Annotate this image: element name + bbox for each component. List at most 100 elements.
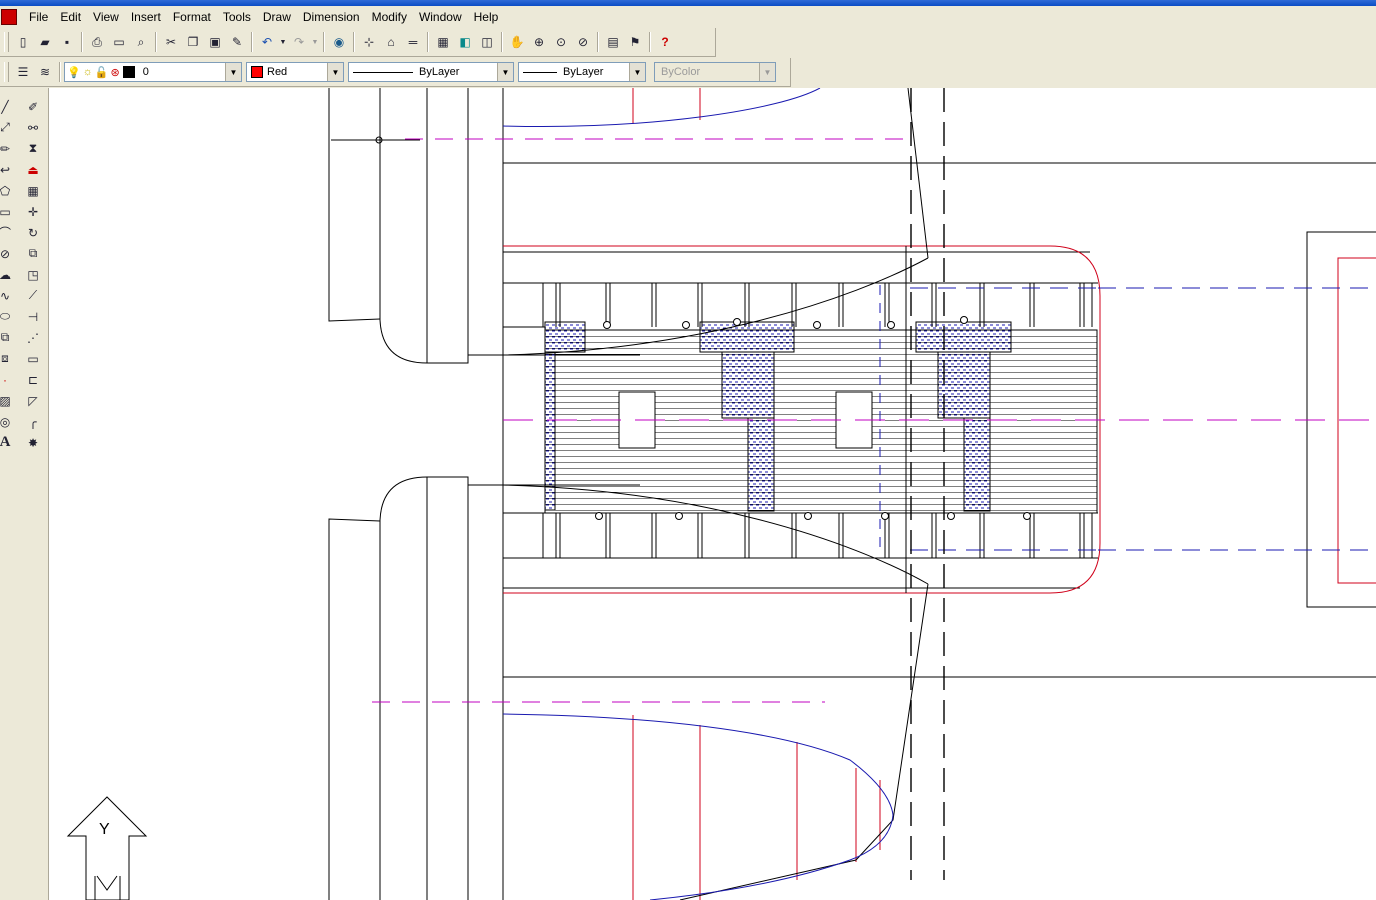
ellipse-icon[interactable]: ∿ <box>0 285 16 306</box>
separator <box>81 32 83 52</box>
multiline-text-icon[interactable]: ◎ <box>0 411 16 432</box>
stretch-icon[interactable]: ◳ <box>22 264 44 285</box>
linetype-preview <box>353 71 413 73</box>
zoom-realtime-icon[interactable]: ⊕ <box>528 31 550 53</box>
line-icon[interactable]: ╱ <box>0 96 16 117</box>
menu-edit[interactable]: Edit <box>54 8 87 26</box>
circle-icon[interactable]: ⌒ <box>0 222 16 243</box>
paste-icon[interactable]: ▣ <box>204 31 226 53</box>
help-icon[interactable]: ? <box>654 31 676 53</box>
app-icon[interactable] <box>1 9 17 25</box>
design-center-icon[interactable]: ⚑ <box>624 31 646 53</box>
layer-previous-icon[interactable]: ≋ <box>34 61 56 83</box>
menu-draw[interactable]: Draw <box>257 8 297 26</box>
erase-icon[interactable]: ✐ <box>22 96 44 117</box>
polyline-icon[interactable]: ✏ <box>0 138 16 159</box>
scale-icon[interactable]: ⧉ <box>22 243 44 264</box>
text-icon[interactable]: A <box>0 432 16 453</box>
menu-insert[interactable]: Insert <box>125 8 167 26</box>
layers-properties-toolbar: ☰ ≋ 💡 ☼ 🔓 ⊛ 0 ▼ Red ▼ ByLayer ▼ ByLayer … <box>0 58 791 87</box>
zoom-window-icon[interactable]: ⊙ <box>550 31 572 53</box>
bolt-symbol <box>733 318 741 326</box>
new-icon[interactable]: ▯ <box>12 31 34 53</box>
snap-icon[interactable]: ⊹ <box>358 31 380 53</box>
construction-line-icon[interactable]: ⤢ <box>0 117 16 138</box>
lineweight-dropdown-icon[interactable]: ▼ <box>629 63 645 81</box>
undo-dropdown-icon[interactable]: ▼ <box>278 31 288 53</box>
layer-control[interactable]: 💡 ☼ 🔓 ⊛ 0 ▼ <box>64 62 242 82</box>
hatched-area <box>544 321 1098 514</box>
drawing-canvas[interactable]: Y <box>49 88 1376 900</box>
mirror-icon[interactable]: ⧗ <box>22 138 44 159</box>
lineweight-control[interactable]: ByLayer ▼ <box>518 62 646 82</box>
plotstyle-dropdown-icon: ▼ <box>759 63 775 81</box>
color-control[interactable]: Red ▼ <box>246 62 344 82</box>
copy-icon[interactable]: ❐ <box>182 31 204 53</box>
join-icon[interactable]: ▭ <box>22 348 44 369</box>
explode-icon[interactable]: ✸ <box>22 432 44 453</box>
menu-format[interactable]: Format <box>167 8 217 26</box>
linetype-control[interactable]: ByLayer ▼ <box>348 62 514 82</box>
menu-modify[interactable]: Modify <box>366 8 413 26</box>
extend-icon[interactable]: ⊣ <box>22 306 44 327</box>
spline-icon[interactable]: ☁ <box>0 264 16 285</box>
undo-icon[interactable]: ↶ <box>256 31 278 53</box>
open-icon[interactable]: ▰ <box>34 31 56 53</box>
preview-icon[interactable]: ▭ <box>108 31 130 53</box>
hatch-icon[interactable]: · <box>0 369 16 390</box>
menu-tools[interactable]: Tools <box>217 8 257 26</box>
match-properties-icon[interactable]: ✎ <box>226 31 248 53</box>
point-icon[interactable]: ⧈ <box>0 348 16 369</box>
layer-name: 0 <box>142 66 149 78</box>
region-icon[interactable]: ▨ <box>0 390 16 411</box>
menu-dimension[interactable]: Dimension <box>297 8 366 26</box>
3d-orbit-icon[interactable]: ◫ <box>476 31 498 53</box>
break-icon[interactable]: ⋰ <box>22 327 44 348</box>
layer-dropdown-icon[interactable]: ▼ <box>225 63 241 81</box>
menu-view[interactable]: View <box>87 8 125 26</box>
toolbar-grip[interactable] <box>4 32 9 52</box>
menu-help[interactable]: Help <box>468 8 505 26</box>
toolbar-grip[interactable] <box>4 62 9 82</box>
make-block-icon[interactable]: ⧉ <box>0 327 16 348</box>
pan-icon[interactable]: ✋ <box>506 31 528 53</box>
copy-object-icon[interactable]: ⚯ <box>22 117 44 138</box>
polygon-icon[interactable]: ↩ <box>0 159 16 180</box>
named-views-icon[interactable]: ▦ <box>432 31 454 53</box>
redo-dropdown-icon[interactable]: ▼ <box>310 31 320 53</box>
standard-toolbar: ▯ ▰ ▪ ⎙ ▭ ⌕ ✂ ❐ ▣ ✎ ↶ ▼ ↷ ▼ ◉ ⊹ ⌂ ═ ▦ ◧ … <box>0 28 716 57</box>
properties-icon[interactable]: ▤ <box>602 31 624 53</box>
arc-icon[interactable]: ▭ <box>0 201 16 222</box>
cad-drawing[interactable]: Y <box>49 88 1376 900</box>
rotate-icon[interactable]: ↻ <box>22 222 44 243</box>
insert-block-icon[interactable]: ⬭ <box>0 306 16 327</box>
fillet-icon[interactable]: ╭ <box>22 411 44 432</box>
ucs-icon[interactable]: ═ <box>402 31 424 53</box>
zoom-previous-icon[interactable]: ⊘ <box>572 31 594 53</box>
print-icon[interactable]: ⎙ <box>86 31 108 53</box>
array-icon[interactable]: ▦ <box>22 180 44 201</box>
menu-file[interactable]: File <box>23 8 54 26</box>
chamfer-icon[interactable]: ◸ <box>22 390 44 411</box>
save-icon[interactable]: ▪ <box>56 31 78 53</box>
revision-cloud-icon[interactable]: ⊘ <box>0 243 16 264</box>
left-toolbars: ╱ ⤢ ✏ ↩ ⬠ ▭ ⌒ ⊘ ☁ ∿ ⬭ ⧉ ⧈ · ▨ ◎ A ✐ ⚯ ⧗ … <box>0 88 49 900</box>
trim-icon[interactable]: ⟋ <box>22 285 44 306</box>
find-icon[interactable]: ⌕ <box>130 31 152 53</box>
layer-color-icon <box>122 66 135 78</box>
linetype-dropdown-icon[interactable]: ▼ <box>497 63 513 81</box>
menu-window[interactable]: Window <box>413 8 468 26</box>
layer-manager-icon[interactable]: ☰ <box>12 61 34 83</box>
break-at-point-icon[interactable]: ⊏ <box>22 369 44 390</box>
separator <box>427 32 429 52</box>
web-icon[interactable]: ◉ <box>328 31 350 53</box>
3d-views-icon[interactable]: ◧ <box>454 31 476 53</box>
offset-icon[interactable]: ⏏ <box>22 159 44 180</box>
rectangle-icon[interactable]: ⬠ <box>0 180 16 201</box>
redo-icon[interactable]: ↷ <box>288 31 310 53</box>
color-dropdown-icon[interactable]: ▼ <box>327 63 343 81</box>
point-filter-icon[interactable]: ⌂ <box>380 31 402 53</box>
cut-icon[interactable]: ✂ <box>160 31 182 53</box>
move-icon[interactable]: ✛ <box>22 201 44 222</box>
layer-on-icon[interactable]: 💡 <box>67 66 81 79</box>
